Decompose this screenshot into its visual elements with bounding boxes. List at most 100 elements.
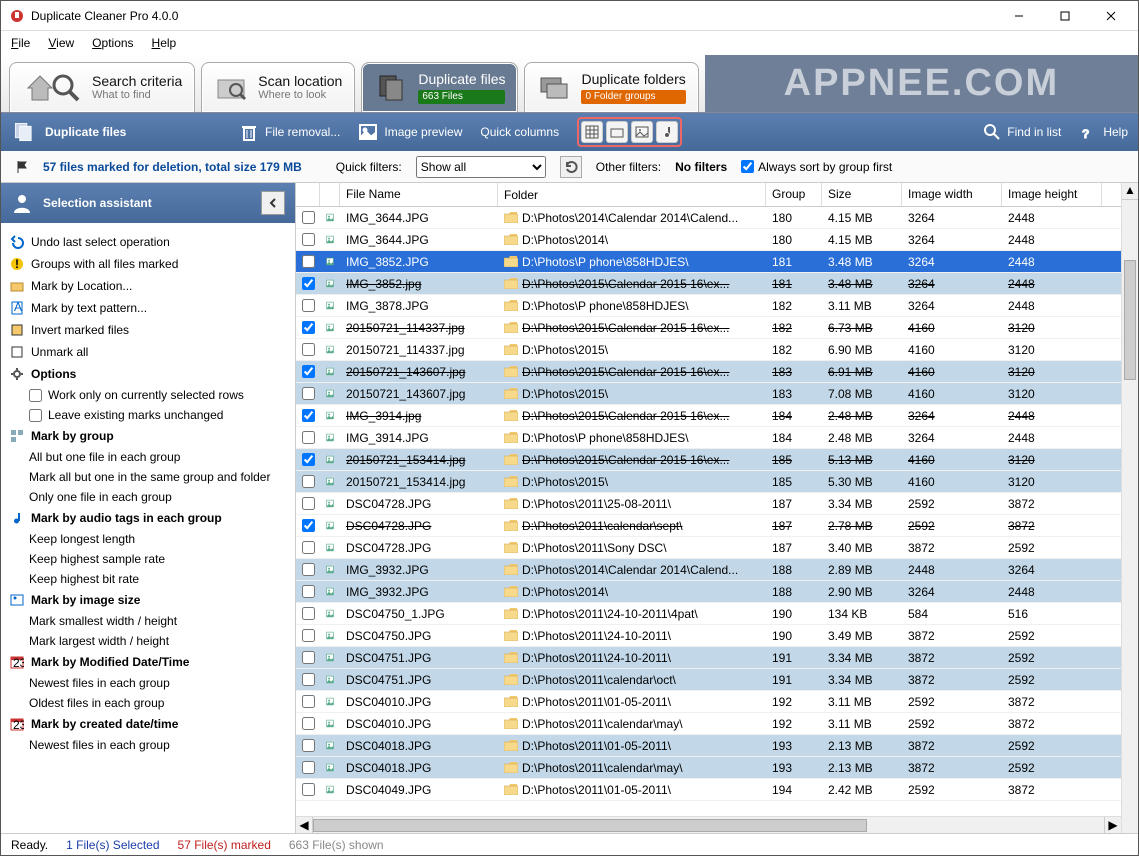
vertical-scrollbar[interactable]: ▲: [1121, 183, 1138, 833]
maximize-button[interactable]: [1042, 2, 1088, 30]
table-row[interactable]: IMG_3914.JPGD:\Photos\P phone\858HDJES\1…: [296, 427, 1121, 449]
sidebar-item[interactable]: !Groups with all files marked: [7, 253, 289, 275]
row-checkbox[interactable]: [302, 255, 315, 268]
table-row[interactable]: IMG_3932.JPGD:\Photos\2014\Calendar 2014…: [296, 559, 1121, 581]
sidebar-item[interactable]: Leave existing marks unchanged: [7, 405, 289, 425]
table-row[interactable]: DSC04010.JPGD:\Photos\2011\01-05-2011\19…: [296, 691, 1121, 713]
find-in-list-button[interactable]: Find in list: [983, 123, 1061, 141]
file-removal-button[interactable]: File removal...: [239, 122, 340, 142]
row-checkbox[interactable]: [302, 453, 315, 466]
sidebar-item[interactable]: Options: [7, 363, 289, 385]
row-checkbox[interactable]: [302, 717, 315, 730]
table-row[interactable]: IMG_3932.JPGD:\Photos\2014\1882.90 MB326…: [296, 581, 1121, 603]
row-checkbox[interactable]: [302, 519, 315, 532]
table-row[interactable]: IMG_3914.jpgD:\Photos\2015\Calendar 2015…: [296, 405, 1121, 427]
table-row[interactable]: DSC04728.JPGD:\Photos\2011\Sony DSC\1873…: [296, 537, 1121, 559]
row-checkbox[interactable]: [302, 431, 315, 444]
table-row[interactable]: IMG_3878.JPGD:\Photos\P phone\858HDJES\1…: [296, 295, 1121, 317]
table-row[interactable]: DSC04728.JPGD:\Photos\2011\25-08-2011\18…: [296, 493, 1121, 515]
sidebar-item[interactable]: AMark by text pattern...: [7, 297, 289, 319]
table-row[interactable]: DSC04751.JPGD:\Photos\2011\24-10-2011\19…: [296, 647, 1121, 669]
table-row[interactable]: IMG_3644.JPGD:\Photos\2014\Calendar 2014…: [296, 207, 1121, 229]
sidebar-item[interactable]: Newest files in each group: [7, 673, 289, 693]
sidebar-item[interactable]: Invert marked files: [7, 319, 289, 341]
row-checkbox[interactable]: [302, 475, 315, 488]
sidebar-item[interactable]: Mark by Location...: [7, 275, 289, 297]
row-checkbox[interactable]: [302, 541, 315, 554]
column-header-height[interactable]: Image height: [1002, 183, 1102, 206]
column-header-size[interactable]: Size: [822, 183, 902, 206]
row-checkbox[interactable]: [302, 211, 315, 224]
row-checkbox[interactable]: [302, 343, 315, 356]
menu-view[interactable]: View: [48, 36, 74, 50]
close-button[interactable]: [1088, 2, 1134, 30]
table-row[interactable]: DSC04049.JPGD:\Photos\2011\01-05-2011\19…: [296, 779, 1121, 801]
row-checkbox[interactable]: [302, 299, 315, 312]
quick-filter-select[interactable]: Show all: [416, 156, 546, 178]
table-row[interactable]: IMG_3644.JPGD:\Photos\2014\1804.15 MB326…: [296, 229, 1121, 251]
row-checkbox[interactable]: [302, 365, 315, 378]
table-row[interactable]: DSC04018.JPGD:\Photos\2011\01-05-2011\19…: [296, 735, 1121, 757]
quickcol-grid-button[interactable]: [581, 121, 603, 143]
table-row[interactable]: DSC04750.JPGD:\Photos\2011\24-10-2011\19…: [296, 625, 1121, 647]
image-preview-button[interactable]: Image preview: [358, 122, 462, 142]
column-header-width[interactable]: Image width: [902, 183, 1002, 206]
table-row[interactable]: IMG_3852.jpgD:\Photos\2015\Calendar 2015…: [296, 273, 1121, 295]
help-button[interactable]: ? Help: [1079, 123, 1128, 141]
row-checkbox[interactable]: [302, 585, 315, 598]
table-body[interactable]: IMG_3644.JPGD:\Photos\2014\Calendar 2014…: [296, 207, 1121, 816]
sidebar-item[interactable]: Keep highest sample rate: [7, 549, 289, 569]
table-row[interactable]: DSC04751.JPGD:\Photos\2011\calendar\oct\…: [296, 669, 1121, 691]
tab-scan-location[interactable]: Scan locationWhere to look: [201, 62, 355, 112]
table-row[interactable]: DSC04728.JPGD:\Photos\2011\calendar\sept…: [296, 515, 1121, 537]
refresh-button[interactable]: [560, 156, 582, 178]
row-checkbox[interactable]: [302, 783, 315, 796]
tab-duplicate-folders[interactable]: Duplicate folders0 Folder groups: [524, 62, 698, 112]
row-checkbox[interactable]: [302, 409, 315, 422]
column-header-name[interactable]: File Name: [340, 183, 498, 206]
sort-by-group-checkbox[interactable]: Always sort by group first: [741, 160, 892, 174]
sidebar-item[interactable]: Keep longest length: [7, 529, 289, 549]
row-checkbox[interactable]: [302, 277, 315, 290]
row-checkbox[interactable]: [302, 233, 315, 246]
sidebar-item[interactable]: Unmark all: [7, 341, 289, 363]
row-checkbox[interactable]: [302, 563, 315, 576]
column-checkbox[interactable]: [296, 183, 320, 206]
sidebar-item[interactable]: Newest files in each group: [7, 735, 289, 755]
sidebar-item[interactable]: Mark smallest width / height: [7, 611, 289, 631]
sidebar-item[interactable]: Mark largest width / height: [7, 631, 289, 651]
sidebar-item[interactable]: Oldest files in each group: [7, 693, 289, 713]
horizontal-scrollbar[interactable]: ◀ ▶: [296, 816, 1121, 833]
row-checkbox[interactable]: [302, 695, 315, 708]
quickcol-image-button[interactable]: [631, 121, 653, 143]
sidebar-item[interactable]: Keep highest bit rate: [7, 569, 289, 589]
tab-search-criteria[interactable]: Search criteriaWhat to find: [9, 62, 195, 112]
row-checkbox[interactable]: [302, 739, 315, 752]
column-header-group[interactable]: Group: [766, 183, 822, 206]
collapse-sidebar-button[interactable]: [261, 191, 285, 215]
quickcol-audio-button[interactable]: [656, 121, 678, 143]
row-checkbox[interactable]: [302, 761, 315, 774]
menu-help[interactable]: Help: [152, 36, 177, 50]
table-row[interactable]: IMG_3852.JPGD:\Photos\P phone\858HDJES\1…: [296, 251, 1121, 273]
table-row[interactable]: 20150721_114337.jpgD:\Photos\2015\Calend…: [296, 317, 1121, 339]
row-checkbox[interactable]: [302, 387, 315, 400]
sidebar-item[interactable]: Work only on currently selected rows: [7, 385, 289, 405]
sidebar-item[interactable]: Only one file in each group: [7, 487, 289, 507]
minimize-button[interactable]: [996, 2, 1042, 30]
table-row[interactable]: DSC04750_1.JPGD:\Photos\2011\24-10-2011\…: [296, 603, 1121, 625]
row-checkbox[interactable]: [302, 629, 315, 642]
table-row[interactable]: 20150721_143607.jpgD:\Photos\2015\1837.0…: [296, 383, 1121, 405]
quickcol-folder-button[interactable]: [606, 121, 628, 143]
table-row[interactable]: DSC04018.JPGD:\Photos\2011\calendar\may\…: [296, 757, 1121, 779]
row-checkbox[interactable]: [302, 497, 315, 510]
menu-options[interactable]: Options: [92, 36, 133, 50]
table-row[interactable]: DSC04010.JPGD:\Photos\2011\calendar\may\…: [296, 713, 1121, 735]
column-header-folder[interactable]: Folder: [498, 183, 766, 206]
table-row[interactable]: 20150721_114337.jpgD:\Photos\2015\1826.9…: [296, 339, 1121, 361]
row-checkbox[interactable]: [302, 607, 315, 620]
sidebar-item[interactable]: All but one file in each group: [7, 447, 289, 467]
table-row[interactable]: 20150721_153414.jpgD:\Photos\2015\1855.3…: [296, 471, 1121, 493]
row-checkbox[interactable]: [302, 651, 315, 664]
row-checkbox[interactable]: [302, 321, 315, 334]
